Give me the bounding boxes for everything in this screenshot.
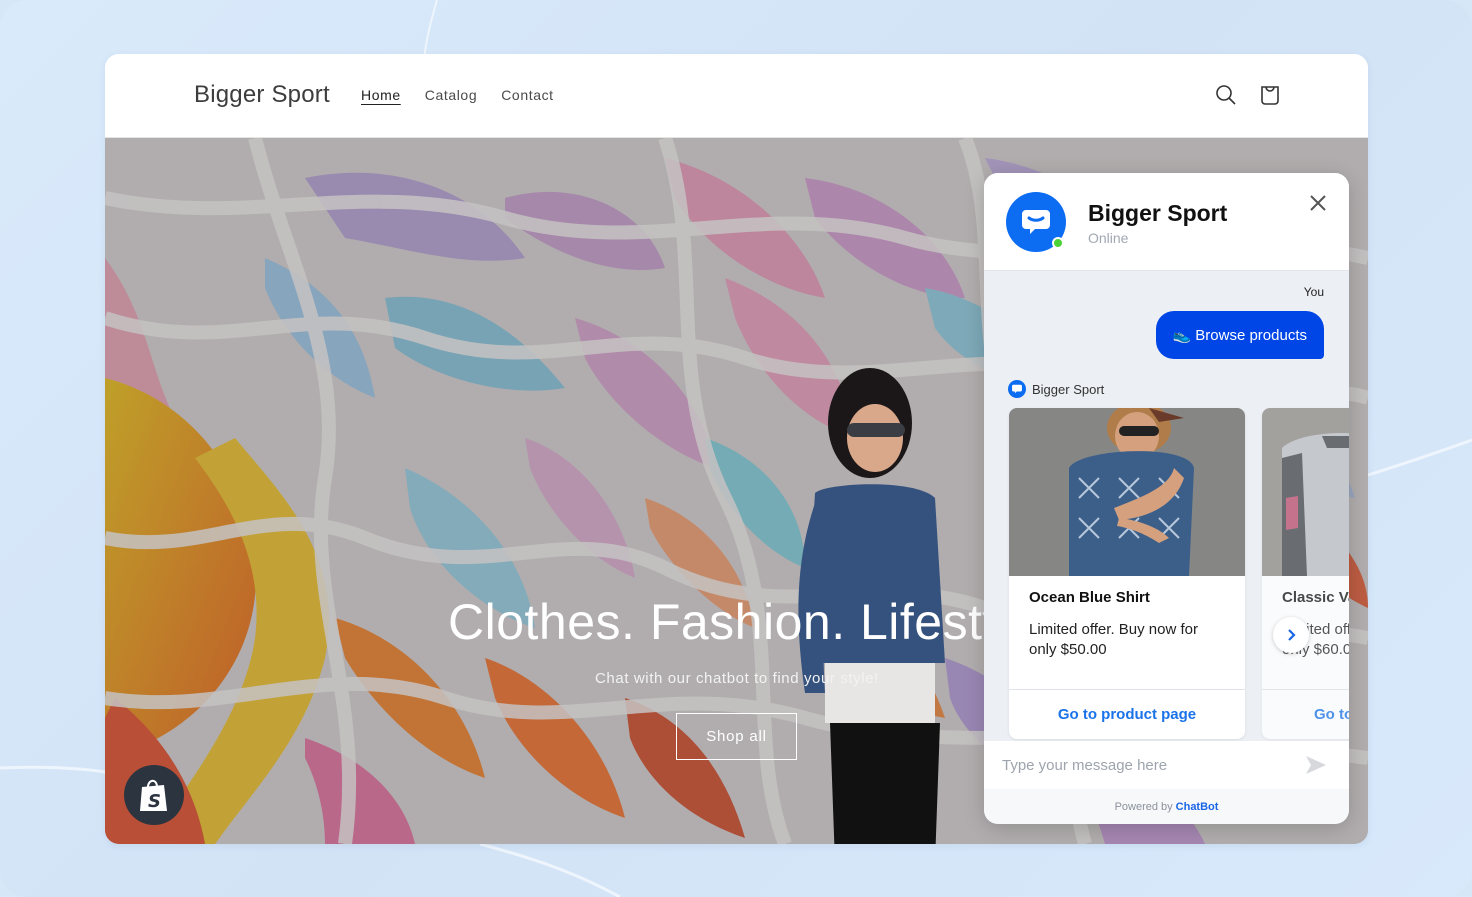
hero-subtitle: Chat with our chatbot to find your style… xyxy=(595,670,879,687)
bot-mini-avatar-icon xyxy=(1008,380,1026,398)
carousel-next-button[interactable] xyxy=(1273,617,1309,653)
shopify-badge[interactable]: S xyxy=(124,765,184,825)
shopping-bag-icon[interactable] xyxy=(1259,84,1281,106)
chatbot-brand-link[interactable]: ChatBot xyxy=(1176,801,1219,813)
nav-home[interactable]: Home xyxy=(361,87,401,103)
shop-all-button[interactable]: Shop all xyxy=(676,713,797,760)
go-to-product-link[interactable]: Go to product page xyxy=(1262,689,1349,739)
shopify-bag-icon: S xyxy=(140,779,167,812)
product-image xyxy=(1262,408,1349,576)
powered-by-text: Powered by xyxy=(1114,800,1173,813)
message-composer xyxy=(984,741,1349,789)
close-icon[interactable] xyxy=(1306,191,1330,215)
product-name: Ocean Blue Shirt xyxy=(1029,589,1150,606)
user-message-bubble: 👟 Browse products xyxy=(1155,311,1324,359)
product-card: Classic Varsity Top Limited offer. Buy n… xyxy=(1262,408,1349,739)
sneaker-emoji-icon: 👟 xyxy=(1172,327,1192,344)
product-card: Ocean Blue Shirt Limited offer. Buy now … xyxy=(1009,408,1245,739)
search-icon[interactable] xyxy=(1215,84,1237,106)
powered-by-footer: Powered by ChatBot xyxy=(984,789,1349,824)
product-description: Limited offer. Buy now for only $50.00 xyxy=(1029,621,1198,658)
message-list: You 👟 Browse products Bigger Sport Ocean… xyxy=(984,271,1349,741)
nav-catalog[interactable]: Catalog xyxy=(425,87,477,103)
product-image xyxy=(1009,408,1245,576)
chat-header: Bigger Sport Online xyxy=(984,173,1349,271)
send-icon[interactable] xyxy=(1304,754,1328,776)
main-nav: Home Catalog Contact xyxy=(361,87,554,103)
chat-widget: Bigger Sport Online You 👟 Browse product… xyxy=(984,173,1349,824)
product-name: Classic Varsity Top xyxy=(1282,589,1349,606)
svg-text:S: S xyxy=(148,791,161,812)
chevron-right-icon xyxy=(1288,629,1296,641)
message-input[interactable] xyxy=(1002,751,1282,779)
nav-contact[interactable]: Contact xyxy=(501,87,553,103)
user-label: You xyxy=(1303,285,1324,299)
store-header: Bigger Sport Home Catalog Contact xyxy=(105,54,1368,138)
chat-status: Online xyxy=(1088,230,1129,246)
store-logo[interactable]: Bigger Sport xyxy=(194,81,330,109)
chat-bubble-icon xyxy=(1022,210,1050,234)
go-to-product-link[interactable]: Go to product page xyxy=(1009,689,1245,739)
bot-label: Bigger Sport xyxy=(1008,380,1104,398)
bot-name: Bigger Sport xyxy=(1032,381,1105,397)
user-message-text: Browse products xyxy=(1195,326,1307,344)
chat-title: Bigger Sport xyxy=(1088,200,1228,226)
online-status-dot xyxy=(1052,237,1064,249)
